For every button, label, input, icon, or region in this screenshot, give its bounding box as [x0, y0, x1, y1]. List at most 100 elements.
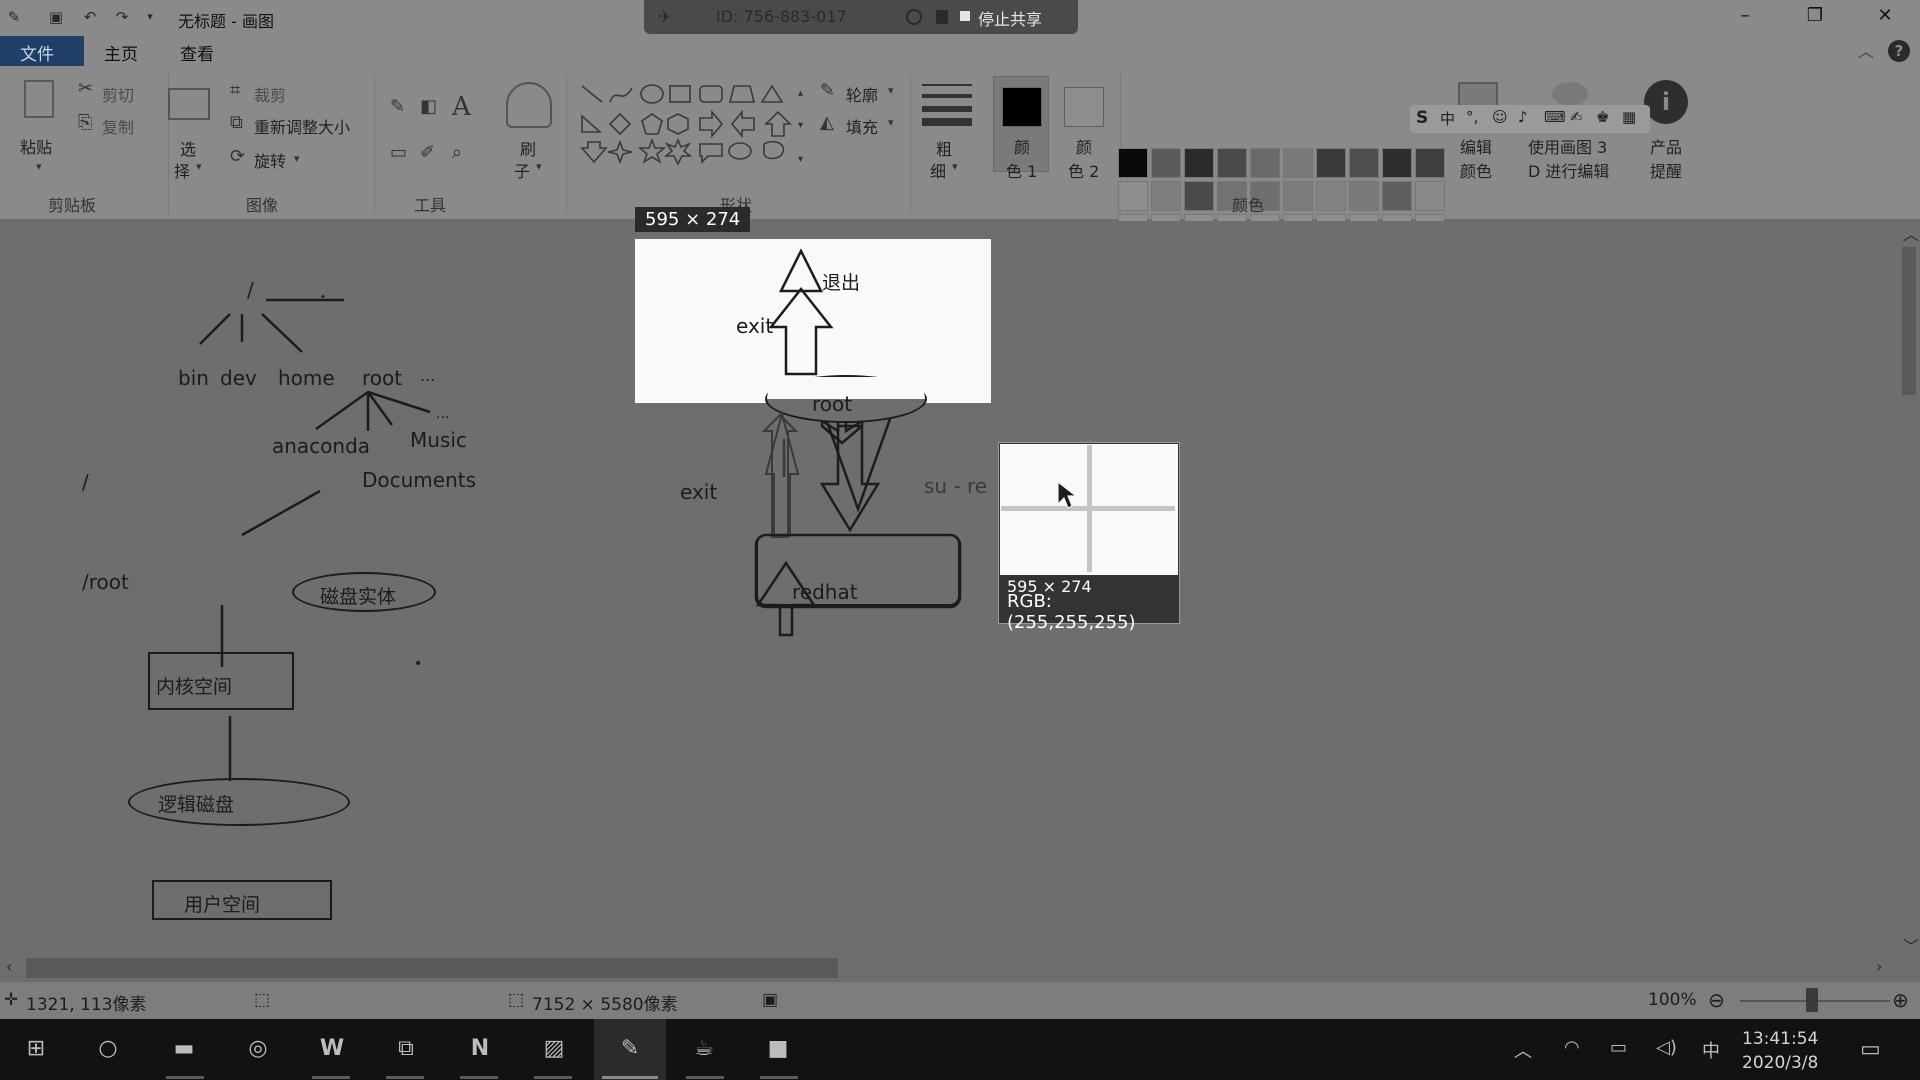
scroll-right-icon[interactable]: › [1876, 957, 1882, 976]
onenote-icon[interactable]: N [460, 1029, 500, 1069]
ime-skin-icon[interactable]: ♚ [1596, 108, 1609, 126]
collapse-ribbon-icon[interactable]: ︿ [1858, 38, 1874, 62]
zoom-in-icon[interactable]: ⊕ [1892, 988, 1909, 1012]
paste-button[interactable]: 粘贴 [20, 134, 52, 158]
paint-app-icon[interactable]: ✎ [4, 7, 24, 27]
vertical-scrollbar[interactable]: ︿ ﹀ [1898, 221, 1920, 957]
scroll-left-icon[interactable]: ‹ [6, 957, 12, 976]
cut-button[interactable]: 剪切 [102, 82, 134, 106]
battery-icon[interactable]: ▭ [1610, 1037, 1627, 1058]
ime-logo-icon[interactable]: S [1416, 108, 1428, 128]
file-explorer-icon[interactable]: ▬ [164, 1029, 204, 1069]
pencil-icon[interactable]: ✎ [390, 96, 405, 117]
select-icon[interactable] [168, 88, 210, 120]
brush-button[interactable]: 刷 [520, 136, 536, 160]
share-record-icon[interactable] [906, 9, 922, 25]
volume-icon[interactable]: ◁) [1656, 1037, 1677, 1058]
palette-swatch[interactable] [1382, 181, 1412, 211]
palette-swatch[interactable] [1415, 148, 1445, 178]
ime-emoji-icon[interactable]: ☺ [1492, 108, 1508, 126]
browser-icon[interactable]: ◎ [238, 1029, 278, 1069]
copy-button[interactable]: 复制 [102, 114, 134, 138]
redo-icon[interactable]: ↷ [112, 7, 132, 27]
video-camera-icon[interactable]: ■ [758, 1029, 798, 1069]
palette-swatch[interactable] [1316, 148, 1346, 178]
tab-file[interactable]: 文件 [0, 36, 84, 66]
palette-swatch[interactable] [1184, 148, 1214, 178]
undo-icon[interactable]: ↶ [80, 7, 100, 27]
tray-ime[interactable]: 中 [1702, 1037, 1720, 1063]
crop-button[interactable]: 裁剪 [254, 82, 286, 106]
start-windows-icon[interactable]: ⊞ [16, 1029, 56, 1069]
fill-button[interactable]: 填充 [846, 114, 878, 138]
horizontal-scroll-thumb[interactable] [26, 958, 838, 978]
fill-dropdown-icon[interactable]: ▾ [888, 116, 894, 129]
ime-keyboard-icon[interactable]: ⌨ [1544, 108, 1566, 126]
vertical-scroll-thumb[interactable] [1902, 247, 1916, 395]
tab-home[interactable]: 主页 [84, 36, 158, 66]
fill-bucket-icon[interactable]: ◧ [420, 96, 437, 117]
restore-button[interactable]: ❐ [1780, 0, 1850, 34]
stop-share-button[interactable]: 停止共享 [978, 6, 1042, 30]
palette-swatch[interactable] [1349, 148, 1379, 178]
size-lines-icon[interactable] [922, 84, 972, 128]
edit-colors-button[interactable]: 编辑 [1460, 134, 1492, 158]
select-button[interactable]: 选 [180, 136, 196, 160]
close-button[interactable]: ✕ [1850, 0, 1920, 34]
ime-voice-icon[interactable]: ♪ [1518, 108, 1528, 126]
paint3d-button[interactable]: 使用画图 3 [1528, 134, 1607, 158]
paint-icon[interactable]: ✎ [610, 1029, 650, 1069]
photos-icon[interactable]: ⧉ [386, 1029, 426, 1069]
palette-swatch[interactable] [1316, 181, 1346, 211]
ime-handwrite-icon[interactable]: ✍ [1570, 108, 1583, 126]
size-button[interactable]: 粗 [936, 136, 952, 160]
paste-dropdown-icon[interactable]: ▾ [36, 160, 42, 173]
palette-swatch[interactable] [1118, 181, 1148, 211]
tray-expand-icon[interactable]: ︿ [1514, 1037, 1532, 1063]
palette-swatch[interactable] [1415, 181, 1445, 211]
ime-language[interactable]: 中 [1440, 108, 1455, 129]
customize-quick-access-icon[interactable]: ▾ [140, 7, 160, 27]
shapes-gallery[interactable]: ▴ ▾ ▾ [578, 82, 810, 178]
clock[interactable]: 13:41:54 2020/3/8 [1742, 1027, 1818, 1075]
help-icon[interactable]: ? [1888, 40, 1910, 62]
tab-view[interactable]: 查看 [160, 36, 234, 66]
palette-swatch[interactable] [1382, 148, 1412, 178]
wifi-icon[interactable]: ◠ [1564, 1037, 1580, 1058]
size-dropdown-icon[interactable]: ▾ [952, 160, 958, 173]
horizontal-scrollbar[interactable]: ‹ › [0, 955, 1898, 981]
palette-swatch[interactable] [1217, 148, 1247, 178]
save-icon[interactable]: ▣ [46, 7, 66, 27]
product-alert-icon[interactable]: i [1644, 80, 1688, 124]
paint3d-icon[interactable] [1552, 82, 1588, 106]
palette-swatch[interactable] [1151, 148, 1181, 178]
brush-icon[interactable] [506, 82, 552, 128]
product-alert-button[interactable]: 产品 [1650, 134, 1682, 158]
picture-viewer-icon[interactable]: ▨ [534, 1029, 574, 1069]
brush-dropdown-icon[interactable]: ▾ [536, 160, 542, 173]
eraser-icon[interactable]: ▭ [390, 142, 407, 163]
outline-button[interactable]: 轮廓 [846, 82, 878, 106]
word-icon[interactable]: W [312, 1029, 352, 1069]
text-tool-icon[interactable]: A [452, 92, 471, 122]
palette-swatch[interactable] [1118, 148, 1148, 178]
zoom-out-icon[interactable]: ⊖ [1708, 988, 1725, 1012]
palette-swatch[interactable] [1250, 148, 1280, 178]
rotate-dropdown-icon[interactable]: ▾ [294, 152, 300, 165]
notification-icon[interactable]: ▭ [1860, 1037, 1881, 1062]
tencent-meeting-icon[interactable]: ☕ [684, 1029, 724, 1069]
ime-toolbox-icon[interactable]: ▦ [1622, 108, 1636, 126]
color-picker-icon[interactable]: ✐ [420, 142, 435, 163]
magnifier-icon[interactable]: ⌕ [452, 142, 462, 163]
minimize-button[interactable]: – [1710, 0, 1780, 34]
palette-swatch[interactable] [1283, 181, 1313, 211]
zoom-slider-thumb[interactable] [1806, 988, 1818, 1012]
ime-punct-icon[interactable]: °, [1466, 108, 1478, 126]
palette-swatch[interactable] [1283, 148, 1313, 178]
palette-swatch[interactable] [1184, 181, 1214, 211]
paste-icon[interactable] [24, 80, 54, 118]
palette-swatch[interactable] [1349, 181, 1379, 211]
scroll-up-icon[interactable]: ︿ [1903, 221, 1919, 245]
scroll-down-icon[interactable]: ﹀ [1903, 933, 1919, 957]
outline-dropdown-icon[interactable]: ▾ [888, 84, 894, 97]
